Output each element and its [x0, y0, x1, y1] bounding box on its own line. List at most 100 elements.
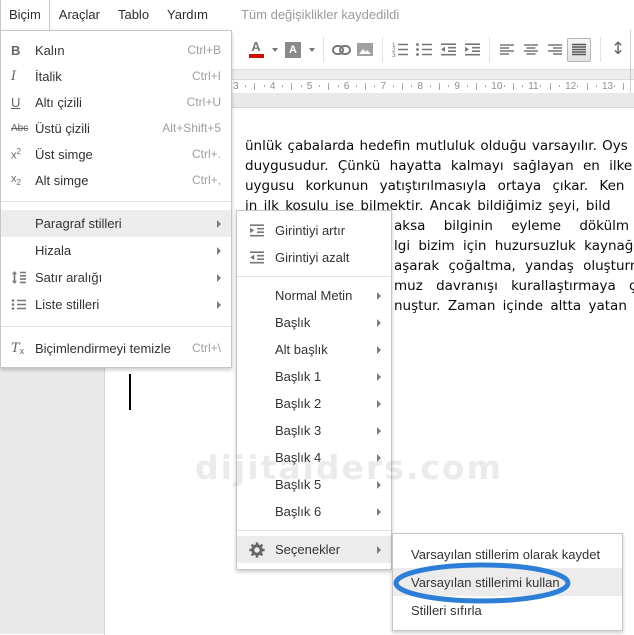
menu-item-label: İtalik — [35, 68, 62, 84]
submenu-arrow-icon — [377, 291, 381, 300]
line-spacing-arrow-icon: ↕ — [610, 39, 626, 59]
menu-item-subtitle[interactable]: Alt başlık — [237, 336, 391, 363]
ruler-tick — [577, 85, 579, 87]
text-color-button[interactable]: A — [244, 37, 268, 63]
menu-item-decrease-indent[interactable]: Girintiyi azalt — [237, 244, 391, 271]
justify-button[interactable] — [567, 37, 591, 62]
menubar-item-bicim[interactable]: Biçim — [0, 0, 50, 30]
menu-item-heading-1[interactable]: Başlık 1 — [237, 363, 391, 390]
menu-item-underline[interactable]: U Altı çizili Ctrl+U — [1, 89, 231, 115]
menubar-item-tablo[interactable]: Tablo — [109, 0, 158, 30]
ruler-number: 10 — [491, 81, 503, 92]
menu-item-label: Alt başlık — [275, 342, 328, 357]
menu-item-label: Başlık 4 — [275, 450, 322, 465]
menu-item-bold[interactable]: B Kalın Ctrl+B — [1, 37, 231, 63]
menu-item-save-as-my-default-styles[interactable]: Varsayılan stillerim olarak kaydet — [393, 540, 622, 568]
menu-item-label: Kalın — [35, 42, 65, 58]
justify-icon — [571, 43, 587, 56]
insert-image-button[interactable] — [353, 37, 377, 63]
menu-item-heading-4[interactable]: Başlık 4 — [237, 444, 391, 471]
menu-item-use-my-default-styles[interactable]: Varsayılan stillerimi kullan — [393, 568, 622, 596]
menu-item-shortcut: Ctrl+. — [191, 147, 221, 161]
insert-link-button[interactable] — [329, 37, 353, 63]
align-center-button[interactable] — [519, 37, 543, 63]
menu-item-clear-formatting[interactable]: Tx Biçimlendirmeyi temizle Ctrl+\ — [1, 335, 231, 361]
ruler-tick — [540, 85, 542, 87]
menu-separator — [1, 201, 231, 202]
menu-item-heading-2[interactable]: Başlık 2 — [237, 390, 391, 417]
ruler-tick — [549, 83, 551, 90]
ruler-tick — [614, 85, 616, 87]
submenu-arrow-icon — [377, 545, 381, 554]
italic-icon: I — [11, 68, 17, 84]
menu-item-label: Altı çizili — [35, 94, 82, 110]
ruler-tick — [328, 83, 330, 90]
link-icon — [331, 44, 351, 56]
menu-item-label: Başlık 3 — [275, 423, 322, 438]
menu-item-heading-3[interactable]: Başlık 3 — [237, 417, 391, 444]
line-spacing-button[interactable]: ↕ — [606, 37, 630, 63]
menu-item-superscript[interactable]: x2 Üst simge Ctrl+. — [1, 141, 231, 167]
numbered-list-button[interactable]: 123 — [388, 37, 412, 63]
menu-item-reset-styles[interactable]: Stilleri sıfırla — [393, 596, 622, 624]
ruler-number: 3 — [233, 81, 239, 92]
menu-item-options[interactable]: Seçenekler — [237, 536, 391, 563]
menu-item-label: Seçenekler — [275, 542, 341, 557]
menu-item-label: Üst simge — [35, 146, 93, 162]
menu-item-strikethrough[interactable]: Abc Üstü çizili Alt+Shift+5 — [1, 115, 231, 141]
clear-formatting-icon: Tx — [11, 340, 25, 357]
decrease-indent-button[interactable] — [436, 37, 460, 63]
menu-item-italic[interactable]: I İtalik Ctrl+I — [1, 63, 231, 89]
highlight-color-arrow-button[interactable] — [305, 37, 318, 63]
submenu-arrow-icon — [377, 345, 381, 354]
ruler-tick — [595, 85, 597, 87]
menu-item-line-spacing[interactable]: Satır aralığı — [1, 264, 231, 291]
ruler-tick — [245, 85, 247, 87]
menu-item-heading-5[interactable]: Başlık 5 — [237, 471, 391, 498]
ruler-tick — [466, 85, 468, 87]
text-cursor — [129, 374, 131, 410]
menu-separator — [237, 276, 391, 277]
menu-item-label: Hizala — [35, 243, 72, 258]
ruler-tick — [448, 85, 450, 87]
menu-item-label: Girintiyi azalt — [275, 250, 350, 265]
align-right-button[interactable] — [543, 37, 567, 63]
menu-item-list-styles[interactable]: Liste stilleri — [1, 291, 231, 318]
menu-item-paragraph-styles[interactable]: Paragraf stilleri — [1, 210, 231, 237]
menu-item-normal-text[interactable]: Normal Metin — [237, 282, 391, 309]
bulleted-list-button[interactable] — [412, 37, 436, 63]
toolbar-separator — [489, 37, 490, 62]
increase-indent-button[interactable] — [460, 37, 484, 63]
ruler-tick — [438, 83, 440, 90]
menu-item-label: Biçimlendirmeyi temizle — [35, 340, 171, 356]
menu-item-label: Varsayılan stillerimi kullan — [411, 574, 560, 590]
bold-icon: B — [11, 42, 21, 58]
ruler-tick — [282, 85, 284, 87]
menu-item-increase-indent[interactable]: Girintiyi artır — [237, 217, 391, 244]
menu-item-shortcut: Ctrl+U — [186, 95, 221, 109]
align-left-icon — [499, 43, 515, 56]
menu-item-label: Normal Metin — [275, 288, 353, 303]
menu-item-label: Paragraf stilleri — [35, 216, 122, 231]
submenu-arrow-icon — [377, 453, 381, 462]
text-color-arrow-button[interactable] — [268, 37, 281, 63]
menu-item-title[interactable]: Başlık — [237, 309, 391, 336]
align-left-button[interactable] — [495, 37, 519, 63]
menubar-item-araclar[interactable]: Araçlar — [50, 0, 109, 30]
menu-item-align[interactable]: Hizala — [1, 237, 231, 264]
underline-icon: U — [11, 94, 21, 110]
highlight-icon: A — [285, 41, 301, 58]
menu-item-heading-6[interactable]: Başlık 6 — [237, 498, 391, 525]
indent-icon — [464, 42, 481, 57]
menu-separator — [237, 530, 391, 531]
menu-item-shortcut: Alt+Shift+5 — [162, 121, 221, 135]
menubar-item-yardim[interactable]: Yardım — [158, 0, 217, 30]
menu-item-subscript[interactable]: x2 Alt simge Ctrl+, — [1, 167, 231, 193]
highlight-color-button[interactable]: A — [281, 37, 305, 63]
menu-item-shortcut: Ctrl+B — [187, 43, 221, 57]
menu-item-label: Başlık — [275, 315, 311, 330]
ruler-tick — [337, 85, 339, 87]
indent-decrease-icon — [249, 250, 275, 265]
menu-item-shortcut: Ctrl+\ — [191, 341, 221, 355]
strikethrough-icon: Abc — [11, 122, 29, 134]
